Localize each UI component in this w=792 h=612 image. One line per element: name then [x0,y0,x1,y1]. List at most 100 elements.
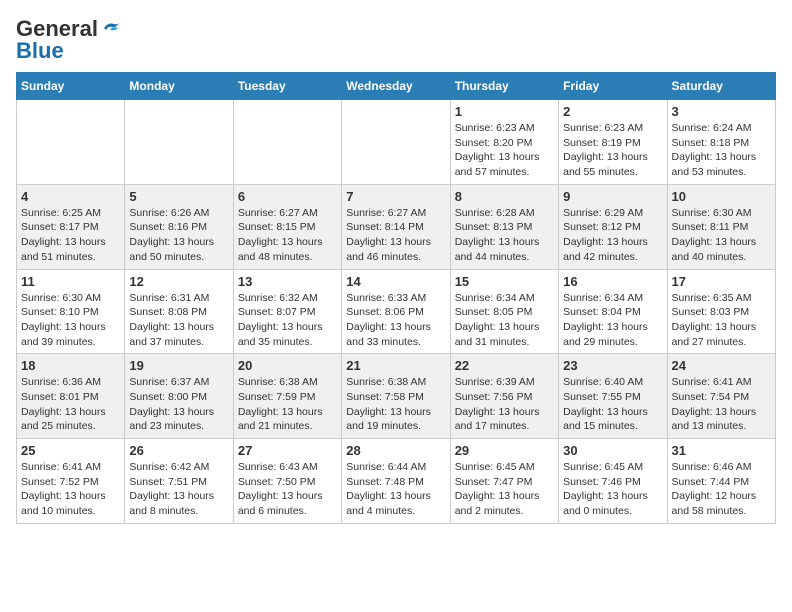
day-info: Sunrise: 6:33 AM Sunset: 8:06 PM Dayligh… [346,291,445,350]
calendar-day-cell: 6 Sunrise: 6:27 AM Sunset: 8:15 PM Daylig… [233,184,341,269]
calendar-day-cell: 3Sunrise: 6:24 AM Sunset: 8:18 PM Daylig… [667,100,775,185]
day-number: 4 [21,189,120,204]
day-number: 6 [238,189,337,204]
day-number: 2 [563,104,662,119]
calendar-table: SundayMondayTuesdayWednesdayThursdayFrid… [16,72,776,524]
day-number: 5 [129,189,228,204]
calendar-day-cell: 26 Sunrise: 6:42 AM Sunset: 7:51 PM Dayli… [125,439,233,524]
day-number: 20 [238,358,337,373]
calendar-day-cell: 27 Sunrise: 6:43 AM Sunset: 7:50 PM Dayli… [233,439,341,524]
day-number: 24 [672,358,771,373]
day-number: 18 [21,358,120,373]
calendar-day-cell: 19 Sunrise: 6:37 AM Sunset: 8:00 PM Dayli… [125,354,233,439]
day-info: Sunrise: 6:39 AM Sunset: 7:56 PM Dayligh… [455,375,554,434]
calendar-empty-cell [125,100,233,185]
calendar-day-cell: 13 Sunrise: 6:32 AM Sunset: 8:07 PM Dayli… [233,269,341,354]
day-number: 29 [455,443,554,458]
calendar-header-row: SundayMondayTuesdayWednesdayThursdayFrid… [17,73,776,100]
calendar-week-row: 1 Sunrise: 6:23 AM Sunset: 8:20 PM Daylig… [17,100,776,185]
calendar-day-cell: 22 Sunrise: 6:39 AM Sunset: 7:56 PM Dayli… [450,354,558,439]
day-info: Sunrise: 6:30 AM Sunset: 8:11 PM Dayligh… [672,206,771,265]
calendar-day-cell: 17Sunrise: 6:35 AM Sunset: 8:03 PM Dayli… [667,269,775,354]
day-number: 22 [455,358,554,373]
day-number: 12 [129,274,228,289]
calendar-week-row: 25Sunrise: 6:41 AM Sunset: 7:52 PM Dayli… [17,439,776,524]
logo-blue-text: Blue [16,38,64,64]
day-info: Sunrise: 6:38 AM Sunset: 7:59 PM Dayligh… [238,375,337,434]
day-number: 9 [563,189,662,204]
day-number: 15 [455,274,554,289]
calendar-day-cell: 9 Sunrise: 6:29 AM Sunset: 8:12 PM Daylig… [559,184,667,269]
weekday-header-saturday: Saturday [667,73,775,100]
day-number: 31 [672,443,771,458]
calendar-day-cell: 28 Sunrise: 6:44 AM Sunset: 7:48 PM Dayli… [342,439,450,524]
calendar-week-row: 11 Sunrise: 6:30 AM Sunset: 8:10 PM Dayli… [17,269,776,354]
day-info: Sunrise: 6:45 AM Sunset: 7:46 PM Dayligh… [563,460,662,519]
calendar-day-cell: 8 Sunrise: 6:28 AM Sunset: 8:13 PM Daylig… [450,184,558,269]
weekday-header-thursday: Thursday [450,73,558,100]
day-info: Sunrise: 6:34 AM Sunset: 8:04 PM Dayligh… [563,291,662,350]
page-header: General Blue [16,16,776,64]
day-number: 28 [346,443,445,458]
day-info: Sunrise: 6:44 AM Sunset: 7:48 PM Dayligh… [346,460,445,519]
day-info: Sunrise: 6:27 AM Sunset: 8:15 PM Dayligh… [238,206,337,265]
calendar-day-cell: 31Sunrise: 6:46 AM Sunset: 7:44 PM Dayli… [667,439,775,524]
day-number: 13 [238,274,337,289]
calendar-day-cell: 2Sunrise: 6:23 AM Sunset: 8:19 PM Daylig… [559,100,667,185]
day-number: 25 [21,443,120,458]
calendar-day-cell: 24 Sunrise: 6:41 AM Sunset: 7:54 PM Dayli… [667,354,775,439]
day-info: Sunrise: 6:31 AM Sunset: 8:08 PM Dayligh… [129,291,228,350]
day-number: 19 [129,358,228,373]
calendar-day-cell: 11 Sunrise: 6:30 AM Sunset: 8:10 PM Dayli… [17,269,125,354]
calendar-day-cell: 7 Sunrise: 6:27 AM Sunset: 8:14 PM Daylig… [342,184,450,269]
calendar-day-cell: 10 Sunrise: 6:30 AM Sunset: 8:11 PM Dayli… [667,184,775,269]
day-info: Sunrise: 6:29 AM Sunset: 8:12 PM Dayligh… [563,206,662,265]
weekday-header-sunday: Sunday [17,73,125,100]
day-info: Sunrise: 6:41 AM Sunset: 7:54 PM Dayligh… [672,375,771,434]
day-info: Sunrise: 6:25 AM Sunset: 8:17 PM Dayligh… [21,206,120,265]
day-info: Sunrise: 6:45 AM Sunset: 7:47 PM Dayligh… [455,460,554,519]
day-number: 30 [563,443,662,458]
calendar-empty-cell [17,100,125,185]
day-number: 16 [563,274,662,289]
day-info: Sunrise: 6:36 AM Sunset: 8:01 PM Dayligh… [21,375,120,434]
day-number: 8 [455,189,554,204]
day-info: Sunrise: 6:32 AM Sunset: 8:07 PM Dayligh… [238,291,337,350]
calendar-day-cell: 29 Sunrise: 6:45 AM Sunset: 7:47 PM Dayli… [450,439,558,524]
calendar-week-row: 18 Sunrise: 6:36 AM Sunset: 8:01 PM Dayli… [17,354,776,439]
calendar-day-cell: 14Sunrise: 6:33 AM Sunset: 8:06 PM Dayli… [342,269,450,354]
calendar-day-cell: 15 Sunrise: 6:34 AM Sunset: 8:05 PM Dayli… [450,269,558,354]
day-number: 10 [672,189,771,204]
day-number: 21 [346,358,445,373]
calendar-day-cell: 20 Sunrise: 6:38 AM Sunset: 7:59 PM Dayli… [233,354,341,439]
day-number: 17 [672,274,771,289]
day-info: Sunrise: 6:27 AM Sunset: 8:14 PM Dayligh… [346,206,445,265]
logo-bird-icon [100,20,122,40]
day-info: Sunrise: 6:30 AM Sunset: 8:10 PM Dayligh… [21,291,120,350]
weekday-header-monday: Monday [125,73,233,100]
day-info: Sunrise: 6:34 AM Sunset: 8:05 PM Dayligh… [455,291,554,350]
calendar-empty-cell [342,100,450,185]
day-number: 1 [455,104,554,119]
day-info: Sunrise: 6:38 AM Sunset: 7:58 PM Dayligh… [346,375,445,434]
day-number: 23 [563,358,662,373]
day-info: Sunrise: 6:42 AM Sunset: 7:51 PM Dayligh… [129,460,228,519]
logo: General Blue [16,16,122,64]
calendar-day-cell: 16 Sunrise: 6:34 AM Sunset: 8:04 PM Dayli… [559,269,667,354]
day-info: Sunrise: 6:28 AM Sunset: 8:13 PM Dayligh… [455,206,554,265]
day-number: 7 [346,189,445,204]
weekday-header-wednesday: Wednesday [342,73,450,100]
day-info: Sunrise: 6:23 AM Sunset: 8:20 PM Dayligh… [455,121,554,180]
calendar-day-cell: 4 Sunrise: 6:25 AM Sunset: 8:17 PM Daylig… [17,184,125,269]
weekday-header-tuesday: Tuesday [233,73,341,100]
day-info: Sunrise: 6:40 AM Sunset: 7:55 PM Dayligh… [563,375,662,434]
calendar-week-row: 4 Sunrise: 6:25 AM Sunset: 8:17 PM Daylig… [17,184,776,269]
day-info: Sunrise: 6:37 AM Sunset: 8:00 PM Dayligh… [129,375,228,434]
day-info: Sunrise: 6:43 AM Sunset: 7:50 PM Dayligh… [238,460,337,519]
calendar-day-cell: 25Sunrise: 6:41 AM Sunset: 7:52 PM Dayli… [17,439,125,524]
day-number: 27 [238,443,337,458]
day-number: 26 [129,443,228,458]
day-number: 11 [21,274,120,289]
calendar-day-cell: 30 Sunrise: 6:45 AM Sunset: 7:46 PM Dayli… [559,439,667,524]
weekday-header-friday: Friday [559,73,667,100]
